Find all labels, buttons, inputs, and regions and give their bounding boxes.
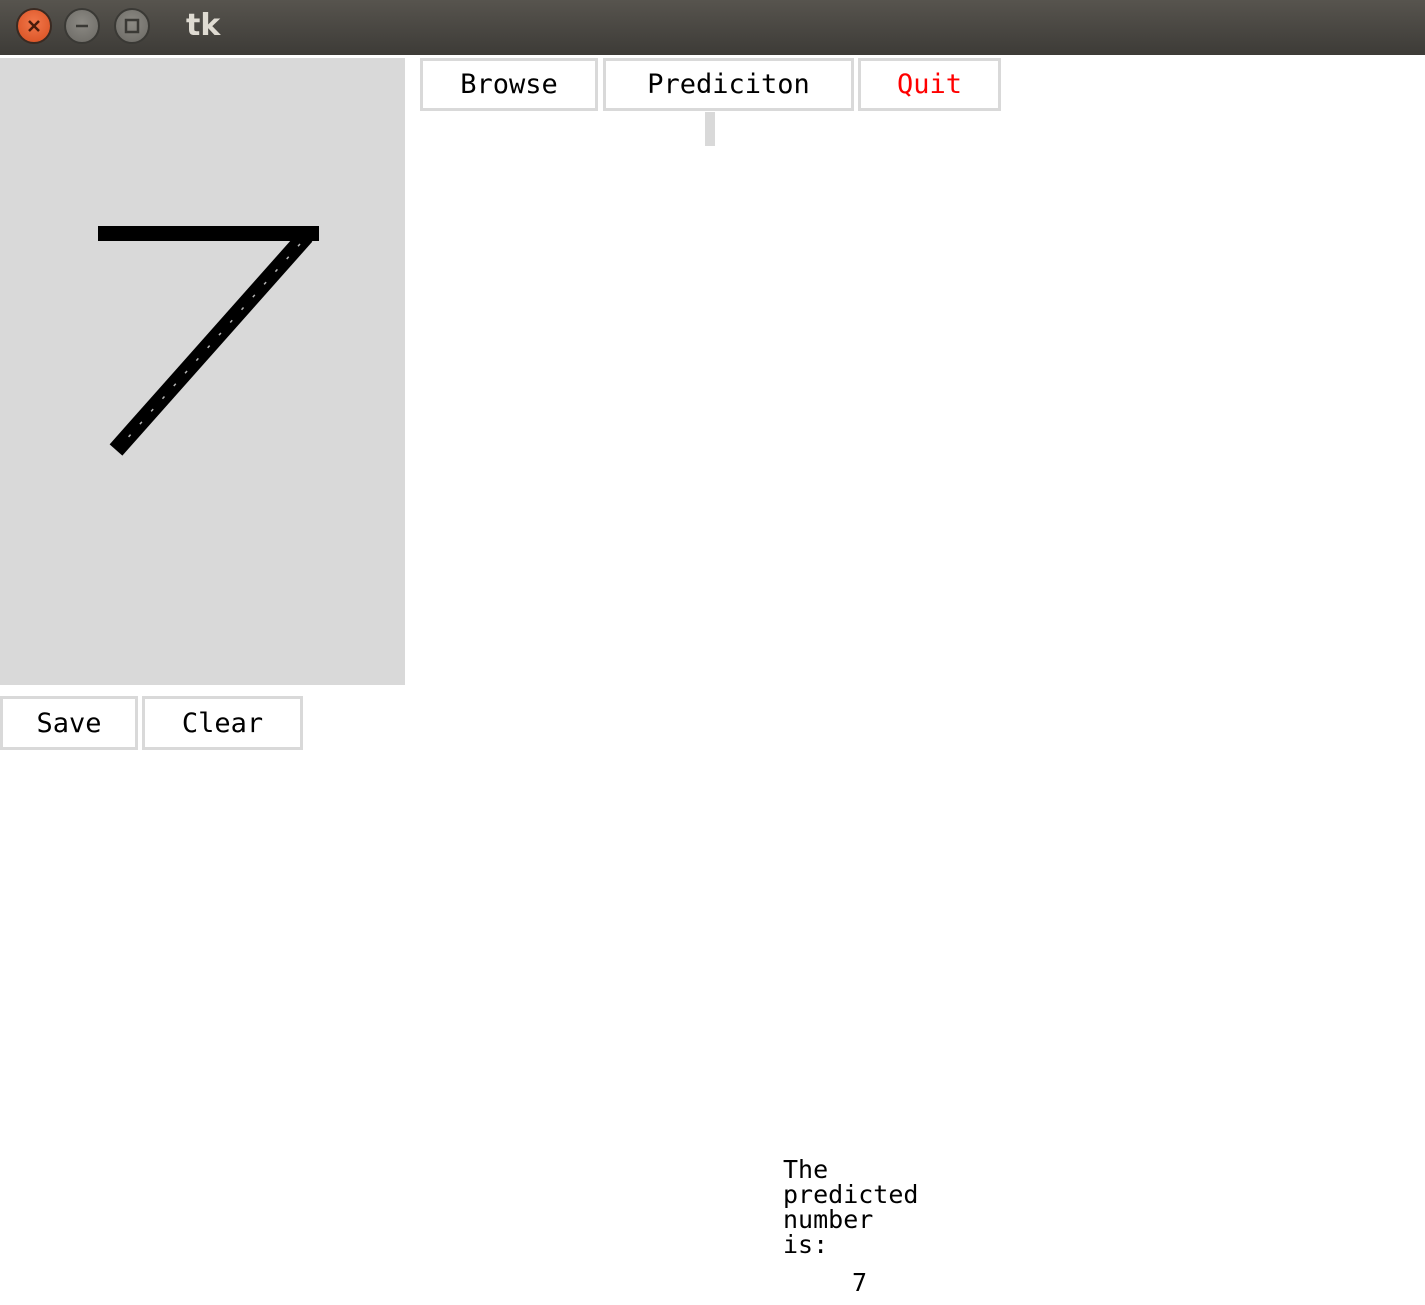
minimize-icon[interactable] — [64, 8, 100, 44]
drawing-canvas[interactable] — [0, 58, 405, 685]
title-bar[interactable]: tk — [0, 0, 1425, 55]
save-button[interactable]: Save — [0, 696, 138, 750]
result-label-line: predicted — [783, 1180, 919, 1209]
drawn-digit-stroke — [98, 226, 319, 456]
result-label: The predicted number is: — [783, 1157, 953, 1257]
prediction-button[interactable]: Prediciton — [603, 58, 854, 111]
close-icon[interactable] — [16, 8, 52, 44]
result-label-line: The — [783, 1155, 829, 1184]
predicted-number: 7 — [852, 1268, 868, 1297]
clear-button[interactable]: Clear — [142, 696, 303, 750]
quit-button[interactable]: Quit — [858, 58, 1001, 111]
browse-button[interactable]: Browse — [420, 58, 598, 111]
window-title: tk — [186, 8, 221, 43]
result-label-line: number — [783, 1205, 874, 1234]
result-label-line: is: — [783, 1230, 829, 1259]
maximize-icon[interactable] — [114, 8, 150, 44]
separator — [705, 112, 715, 146]
